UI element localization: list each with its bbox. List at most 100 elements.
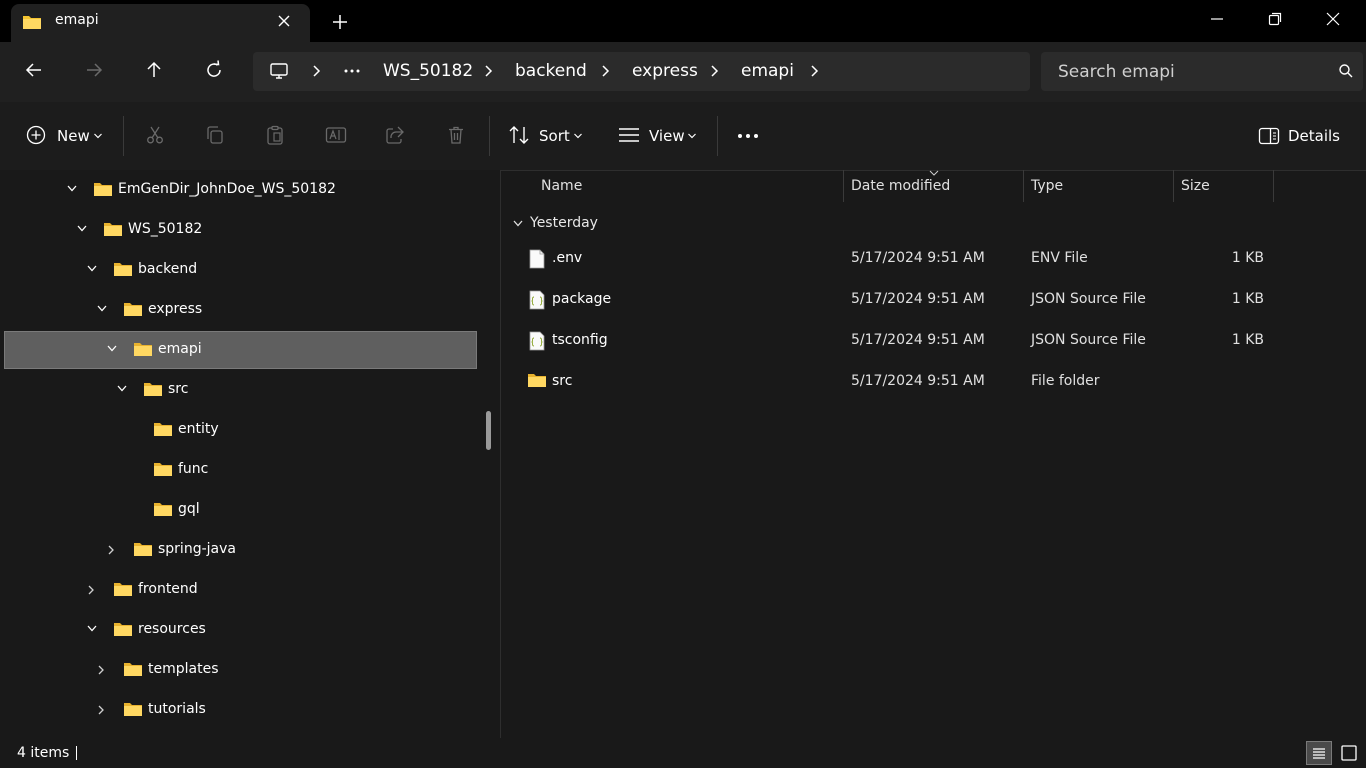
more-locations-icon[interactable] <box>343 68 361 74</box>
tree-item-templates[interactable]: templates <box>148 661 219 677</box>
tree-collapse-chevron-icon[interactable] <box>106 344 118 354</box>
new-tab-icon[interactable] <box>330 12 350 32</box>
tree-item-src[interactable]: src <box>168 381 188 397</box>
column-header-date-modified[interactable]: Date modified <box>851 178 950 194</box>
file-name: .env <box>552 250 583 266</box>
column-header-type[interactable]: Type <box>1031 178 1063 194</box>
breadcrumb-express[interactable]: express <box>632 61 698 81</box>
tree-item-ws-50182[interactable]: WS_50182 <box>128 221 202 237</box>
json-file-icon <box>529 331 545 351</box>
this-pc-icon[interactable] <box>269 61 289 81</box>
search-icon[interactable] <box>1338 63 1354 79</box>
folder-icon <box>113 581 133 598</box>
tab-title: emapi <box>55 12 99 28</box>
delete-icon[interactable] <box>446 125 466 145</box>
tree-expand-chevron-icon[interactable] <box>86 584 96 596</box>
item-count: 4 items <box>17 745 70 761</box>
tree-item-gql[interactable]: gql <box>178 501 200 517</box>
tree-collapse-chevron-icon[interactable] <box>96 304 108 314</box>
column-header-size[interactable]: Size <box>1181 178 1210 194</box>
tree-collapse-chevron-icon[interactable] <box>86 264 98 274</box>
paste-icon[interactable] <box>265 125 285 145</box>
view-icon[interactable] <box>618 127 640 143</box>
cut-icon[interactable] <box>145 125 165 145</box>
sidebar-scrollbar[interactable] <box>486 411 491 450</box>
file-name: tsconfig <box>552 332 608 348</box>
tree-item-resources[interactable]: resources <box>138 621 206 637</box>
back-arrow-icon[interactable] <box>24 60 44 80</box>
chevron-down-icon[interactable] <box>93 132 103 140</box>
tree-item-tutorials[interactable]: tutorials <box>148 701 206 717</box>
column-header-name[interactable]: Name <box>541 178 582 194</box>
tree-item-spring-java[interactable]: spring-java <box>158 541 236 557</box>
file-date-modified: 5/17/2024 9:51 AM <box>851 332 985 348</box>
column-divider[interactable] <box>1273 170 1274 202</box>
details-view-button[interactable] <box>1306 741 1332 765</box>
file-size: 1 KB <box>1231 332 1264 348</box>
chevron-down-icon[interactable] <box>573 132 583 140</box>
up-arrow-icon[interactable] <box>144 60 164 80</box>
sort-button[interactable]: Sort <box>539 127 570 145</box>
breadcrumb-backend[interactable]: backend <box>515 61 587 81</box>
new-button[interactable]: New <box>57 127 90 145</box>
details-button[interactable]: Details <box>1288 127 1340 145</box>
tree-collapse-chevron-icon[interactable] <box>76 224 88 234</box>
breadcrumb-chevron-icon[interactable] <box>809 63 821 79</box>
tree-item-entity[interactable]: entity <box>178 421 219 437</box>
forward-arrow-icon[interactable] <box>84 60 104 80</box>
breadcrumb-emapi[interactable]: emapi <box>741 61 794 81</box>
tree-collapse-chevron-icon[interactable] <box>116 384 128 394</box>
breadcrumb-chevron-icon[interactable] <box>483 63 495 79</box>
share-icon[interactable] <box>385 125 405 145</box>
group-collapse-chevron-icon[interactable] <box>512 219 524 229</box>
tree-item-frontend[interactable]: frontend <box>138 581 198 597</box>
new-plus-icon[interactable] <box>26 125 46 145</box>
folder-icon <box>527 372 547 389</box>
restore-icon[interactable] <box>1267 11 1283 27</box>
tree-expand-chevron-icon[interactable] <box>96 664 106 676</box>
tree-expand-chevron-icon[interactable] <box>96 704 106 716</box>
rename-icon[interactable] <box>325 125 347 145</box>
tree-expand-chevron-icon[interactable] <box>106 544 116 556</box>
breadcrumb-chevron-icon[interactable] <box>709 63 721 79</box>
pane-divider[interactable] <box>500 170 501 738</box>
folder-icon <box>93 181 113 198</box>
large-icons-view-button[interactable] <box>1336 741 1362 765</box>
folder-icon <box>153 501 173 518</box>
group-header-yesterday[interactable]: Yesterday <box>530 215 598 231</box>
view-button[interactable]: View <box>649 127 685 145</box>
folder-icon <box>123 661 143 678</box>
breadcrumb-chevron-icon[interactable] <box>600 63 612 79</box>
details-pane-icon[interactable] <box>1258 127 1280 145</box>
folder-icon <box>123 301 143 318</box>
chevron-down-icon[interactable] <box>687 132 697 140</box>
tree-collapse-chevron-icon[interactable] <box>86 624 98 634</box>
refresh-icon[interactable] <box>204 60 224 80</box>
tree-item-backend[interactable]: backend <box>138 261 197 277</box>
breadcrumb-ws-50182[interactable]: WS_50182 <box>383 61 473 81</box>
sort-indicator-icon <box>929 170 939 176</box>
tree-item-func[interactable]: func <box>178 461 208 477</box>
minimize-icon[interactable] <box>1209 11 1225 27</box>
file-type: JSON Source File <box>1031 291 1146 307</box>
separator <box>123 116 124 156</box>
folder-icon <box>123 701 143 718</box>
tree-item-emapi[interactable]: emapi <box>158 341 202 357</box>
column-divider[interactable] <box>1023 170 1024 202</box>
tree-collapse-chevron-icon[interactable] <box>66 184 78 194</box>
copy-icon[interactable] <box>205 125 225 145</box>
tree-item-emgendir-johndoe-ws-50182[interactable]: EmGenDir_JohnDoe_WS_50182 <box>118 181 336 197</box>
file-size: 1 KB <box>1231 250 1264 266</box>
tree-item-express[interactable]: express <box>148 301 202 317</box>
column-divider[interactable] <box>1173 170 1174 202</box>
separator <box>489 116 490 156</box>
sort-icon[interactable] <box>508 125 530 145</box>
folder-icon <box>103 221 123 238</box>
tab-close-icon[interactable] <box>275 12 293 30</box>
breadcrumb-chevron-icon[interactable] <box>311 63 323 79</box>
search-placeholder: Search emapi <box>1058 62 1175 82</box>
file-icon <box>529 249 545 269</box>
column-divider[interactable] <box>843 170 844 202</box>
close-window-icon[interactable] <box>1325 11 1341 27</box>
more-options-icon[interactable] <box>737 133 759 139</box>
